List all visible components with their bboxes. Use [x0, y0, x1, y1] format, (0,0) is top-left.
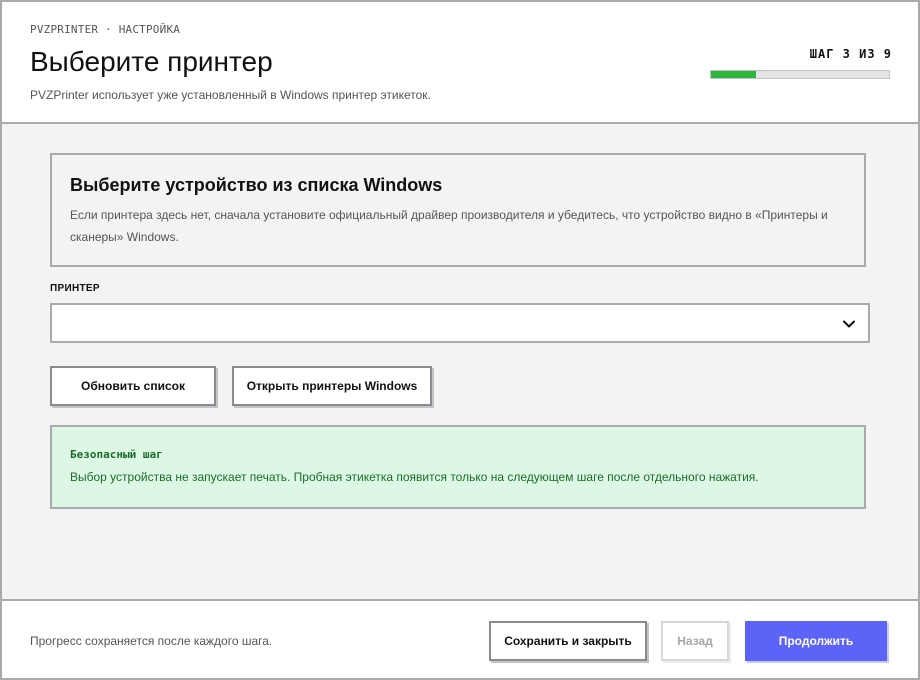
open-windows-printers-button[interactable]: Открыть принтеры Windows — [232, 366, 432, 406]
breadcrumb: PVZPRINTER · НАСТРОЙКА — [30, 23, 181, 36]
step-progress-fill — [711, 71, 756, 78]
safe-step-notice: Безопасный шаг Выбор устройства не запус… — [50, 425, 866, 509]
info-card: Выберите устройство из списка Windows Ес… — [50, 153, 866, 267]
header: PVZPRINTER · НАСТРОЙКА Выберите принтер … — [2, 2, 918, 124]
page-title: Выберите принтер — [30, 46, 273, 77]
step-progress-bar — [710, 70, 890, 79]
printer-select[interactable] — [50, 303, 870, 343]
card-description: Если принтера здесь нет, сначала установ… — [70, 208, 828, 244]
notice-text: Выбор устройства не запускает печать. Пр… — [70, 470, 759, 484]
footer: Прогресс сохраняется после каждого шага.… — [2, 599, 918, 678]
printer-field-label: ПРИНТЕР — [50, 283, 100, 294]
chevron-down-icon — [843, 320, 855, 328]
notice-title: Безопасный шаг — [70, 448, 163, 461]
card-title: Выберите устройство из списка Windows — [70, 175, 443, 195]
footer-info: Прогресс сохраняется после каждого шага. — [30, 634, 273, 648]
step-indicator: ШАГ 3 ИЗ 9 — [809, 47, 892, 61]
continue-button[interactable]: Продолжить — [745, 621, 887, 661]
setup-window: PVZPRINTER · НАСТРОЙКА Выберите принтер … — [0, 0, 920, 680]
save-and-close-button[interactable]: Сохранить и закрыть — [489, 621, 647, 661]
back-button[interactable]: Назад — [661, 621, 729, 661]
page-subtitle: PVZPrinter использует уже установленный … — [30, 88, 431, 102]
refresh-list-button[interactable]: Обновить список — [50, 366, 216, 406]
